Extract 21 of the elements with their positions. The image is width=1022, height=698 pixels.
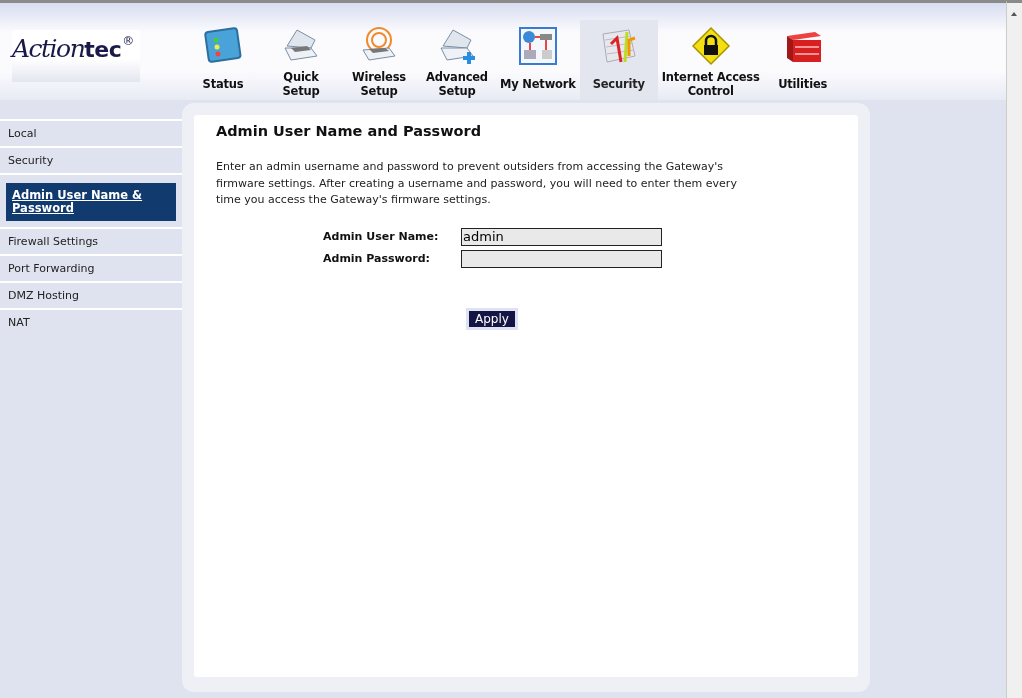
description-text: Enter an admin username and password to prevent outsiders from accessing the Gateway's firmware settings. After creating a username and password, you will need to enter them every time you access the Gateway's firmware settings. [216, 159, 738, 208]
nav-tab[interactable]: Utilities [763, 20, 842, 100]
actiontec-logo: Actiontec® [12, 30, 140, 82]
field-label: Admin Password: [323, 252, 431, 265]
sidebar-subitem[interactable]: Admin User Name & Password [6, 183, 176, 221]
password-field[interactable] [461, 249, 662, 268]
padlock-icon [690, 26, 731, 66]
nav-tab[interactable]: Advanced Setup [418, 20, 496, 100]
nav-tab[interactable]: Wireless Setup [340, 20, 418, 100]
nav-tab[interactable]: Quick Setup [262, 20, 340, 100]
nav-tab[interactable]: My Network [496, 20, 580, 100]
registered-mark: ® [122, 34, 135, 48]
apply-button[interactable]: Apply [466, 307, 518, 330]
nav-tab[interactable]: Status [184, 20, 262, 100]
status-panel-icon [203, 26, 243, 66]
nav-tab[interactable]: Internet Access Control [657, 20, 764, 100]
field-label: Admin User Name: [323, 230, 440, 243]
username-field[interactable]: admin [461, 227, 662, 246]
nav-tab[interactable]: Security [579, 20, 658, 100]
page-title: Admin User Name and Password [216, 123, 483, 139]
network-diagram-icon [517, 26, 558, 66]
